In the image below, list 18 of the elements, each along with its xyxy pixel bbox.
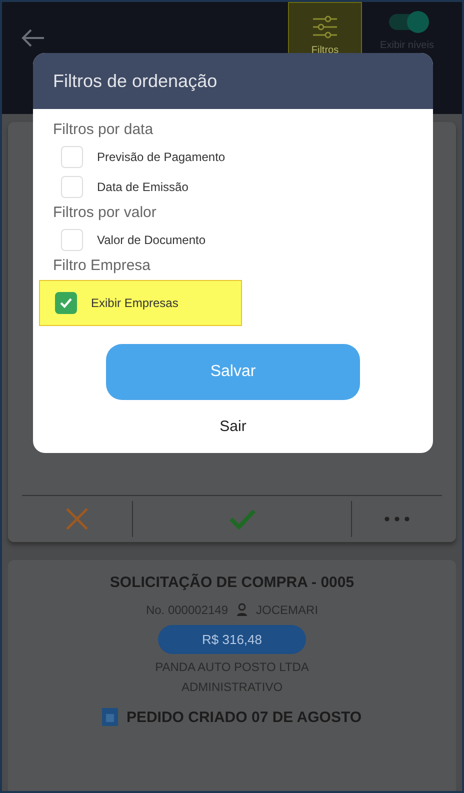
check-icon [59, 297, 73, 309]
group-heading: Filtros por valor [52, 204, 158, 221]
sliders-icon [312, 14, 338, 38]
exit-button[interactable]: Sair [210, 412, 256, 441]
card-title: SOLICITAÇÃO DE COMPRA - 0005 [110, 574, 354, 591]
option-label: Exibir Empresas [91, 296, 178, 310]
user-icon [236, 603, 248, 617]
amount-badge: R$ 316,48 [158, 625, 306, 654]
option-label: Data de Emissão [97, 180, 188, 194]
option-label: Previsão de Pagamento [97, 150, 226, 164]
checkbox[interactable] [55, 292, 77, 314]
back-arrow-icon[interactable] [20, 28, 46, 48]
calendar-icon [102, 708, 118, 726]
group-heading: Filtro Empresa [52, 257, 152, 274]
option-label: Valor de Documento [97, 233, 206, 247]
dialog-title: Filtros de ordenação [53, 70, 218, 92]
group-heading: Filtros por data [52, 121, 154, 138]
status-text: PEDIDO CRIADO 07 DE AGOSTO [126, 708, 362, 726]
